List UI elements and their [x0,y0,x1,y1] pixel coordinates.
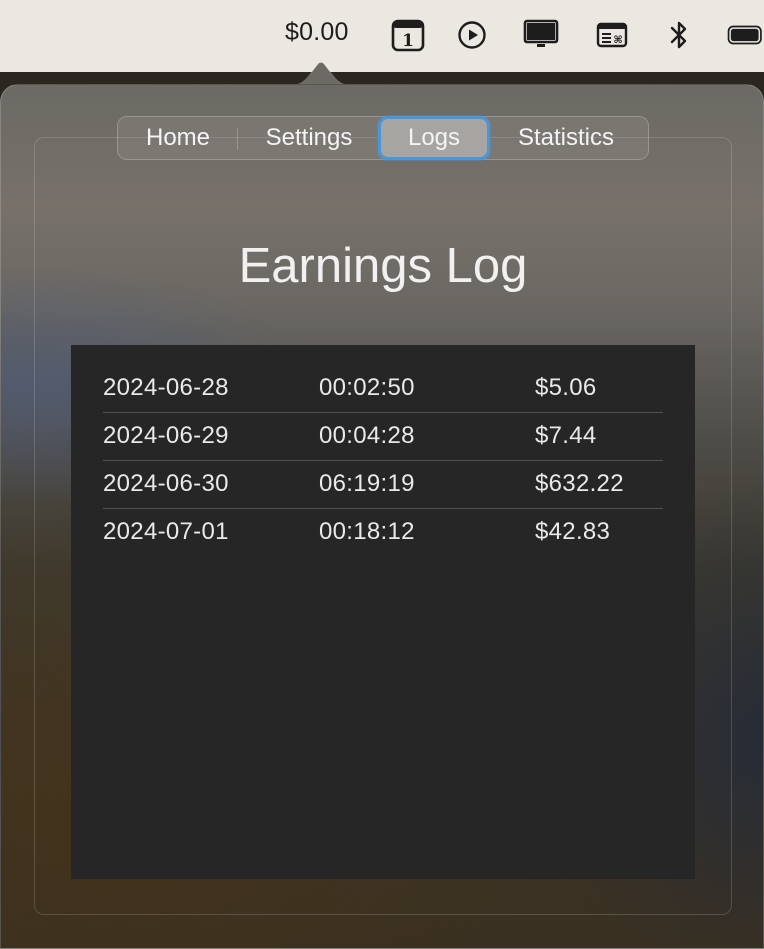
table-row: 2024-06-29 00:04:28 $7.44 [103,413,663,461]
log-duration: 06:19:19 [319,470,415,497]
tab-statistics[interactable]: Statistics [489,117,643,159]
bluetooth-icon[interactable] [666,18,692,52]
calendar-day-number: 1 [402,31,414,51]
menu-bar: $0.00 1 ⌘ [0,0,764,72]
log-date: 2024-06-28 [103,374,229,401]
tab-logs[interactable]: Logs [381,119,487,157]
tab-bar: Home Settings Logs Statistics [117,116,649,160]
log-amount: $7.44 [535,422,597,449]
log-amount: $5.06 [535,374,597,401]
display-icon[interactable] [522,18,560,52]
calendar-icon[interactable]: 1 [390,18,426,52]
svg-text:⌘: ⌘ [613,35,622,46]
earnings-log-table: 2024-06-28 00:02:50 $5.06 2024-06-29 00:… [71,345,695,879]
battery-icon[interactable] [727,18,764,52]
log-date: 2024-06-30 [103,470,229,497]
log-amount: $42.83 [535,518,611,545]
tab-settings[interactable]: Settings [238,117,380,159]
table-row: 2024-06-28 00:02:50 $5.06 [103,365,663,413]
play-icon[interactable] [456,18,488,52]
table-row: 2024-06-30 06:19:19 $632.22 [103,461,663,509]
keyboard-shortcut-icon[interactable]: ⌘ [595,18,629,52]
log-amount: $632.22 [535,470,624,497]
log-date: 2024-07-01 [103,518,229,545]
log-duration: 00:18:12 [319,518,415,545]
table-row: 2024-07-01 00:18:12 $42.83 [103,509,663,557]
log-date: 2024-06-29 [103,422,229,449]
page-title: Earnings Log [238,239,528,293]
tab-home[interactable]: Home [118,117,238,159]
log-duration: 00:02:50 [319,374,415,401]
earnings-popover: Home Settings Logs Statistics Earnings L… [0,84,764,949]
log-duration: 00:04:28 [319,422,415,449]
earnings-menubar-item[interactable]: $0.00 [285,18,349,47]
